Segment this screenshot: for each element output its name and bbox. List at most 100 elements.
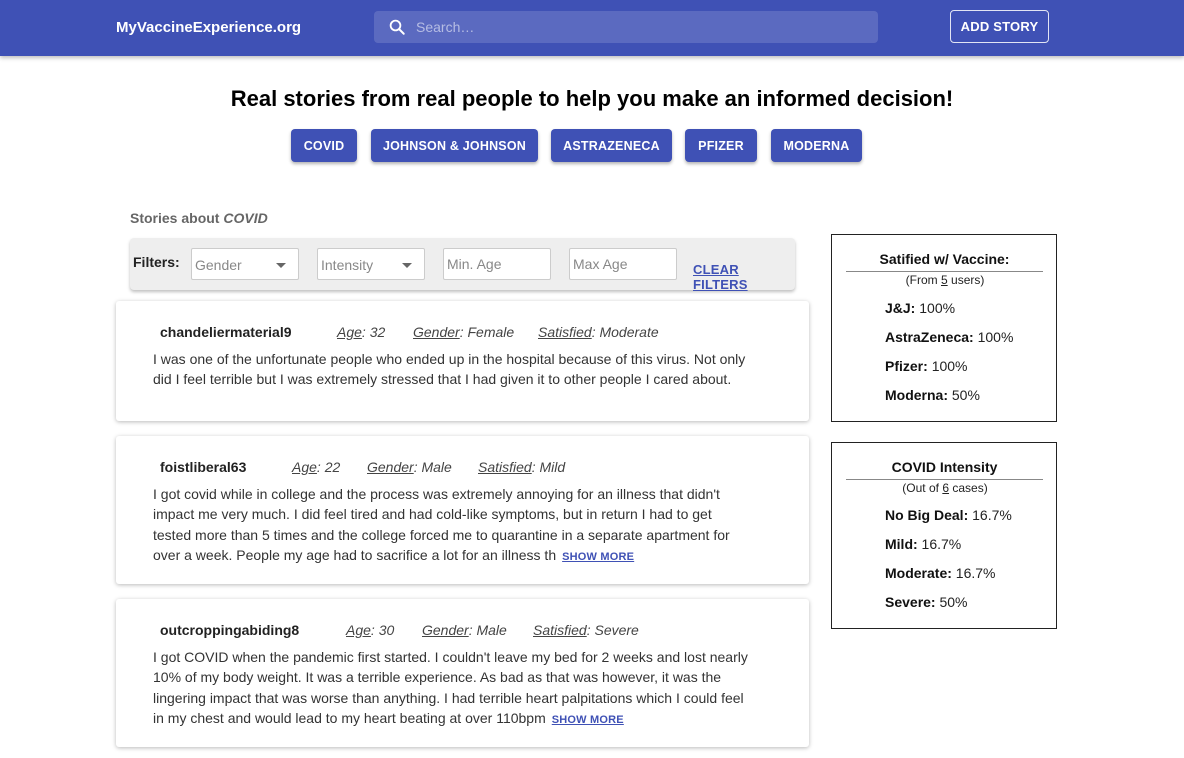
stat-label: J&J: xyxy=(885,300,916,316)
satisfied-value: Mild xyxy=(539,459,566,475)
stat-value: 100% xyxy=(977,329,1014,345)
age-label: Age xyxy=(346,622,371,638)
story-satisfied: Satisfied: Moderate xyxy=(538,324,659,340)
show-more-link[interactable]: SHOW MORE xyxy=(552,714,624,726)
subtitle-count: 6 xyxy=(942,481,950,495)
story-username[interactable]: chandeliermaterial9 xyxy=(160,324,292,340)
story-card: chandeliermaterial9 Age: 32 Gender: Fema… xyxy=(116,301,809,421)
stat-label: No Big Deal: xyxy=(885,507,969,523)
story-text-content: I got covid while in college and the pro… xyxy=(153,486,730,563)
story-satisfied: Satisfied: Severe xyxy=(533,622,639,638)
stat-row: Moderate: 16.7% xyxy=(885,565,996,581)
vaccine-button-johnson-johnson[interactable]: JOHNSON & JOHNSON xyxy=(371,129,538,162)
gender-value: Female xyxy=(467,324,515,340)
stat-value: 50% xyxy=(951,387,980,403)
gender-label: Gender xyxy=(367,459,414,475)
age-value: 32 xyxy=(369,324,386,340)
story-meta: outcroppingabiding8 Age: 30 Gender: Male… xyxy=(160,622,639,638)
subtitle-count: 5 xyxy=(940,273,948,287)
min-age-input[interactable] xyxy=(443,248,551,280)
stat-label: Mild: xyxy=(885,536,918,552)
stories-heading-prefix: Stories about xyxy=(130,210,220,226)
filters-bar: Filters: Gender Intensity CLEAR FILTERS xyxy=(130,238,795,292)
stat-label: Moderate: xyxy=(885,565,952,581)
subtitle-suffix: cases) xyxy=(952,481,988,495)
clear-filters-link[interactable]: CLEAR FILTERS xyxy=(693,262,795,292)
stat-label: AstraZeneca: xyxy=(885,329,974,345)
intensity-stats-panel: COVID Intensity (Out of 6 cases) No Big … xyxy=(831,442,1057,629)
vaccine-button-pfizer[interactable]: PFIZER xyxy=(685,129,757,162)
age-label: Age xyxy=(337,324,362,340)
satisfied-label: Satisfied xyxy=(538,324,592,340)
satisfied-value: Severe xyxy=(594,622,639,638)
stat-value: 16.7% xyxy=(955,565,996,581)
stat-value: 100% xyxy=(931,358,968,374)
story-text: I got COVID when the pandemic first star… xyxy=(153,647,753,730)
story-meta: chandeliermaterial9 Age: 32 Gender: Fema… xyxy=(160,324,659,340)
subtitle-suffix: users) xyxy=(951,273,985,287)
subtitle-prefix: (Out of xyxy=(902,481,939,495)
gender-label: Gender xyxy=(422,622,469,638)
satisfied-label: Satisfied xyxy=(533,622,587,638)
story-age: Age: 22 xyxy=(292,459,341,475)
add-story-button[interactable]: ADD STORY xyxy=(950,10,1049,43)
stat-value: 16.7% xyxy=(921,536,962,552)
stat-row: Severe: 50% xyxy=(885,594,968,610)
satisfied-label: Satisfied xyxy=(478,459,532,475)
chevron-down-icon xyxy=(276,263,286,268)
gender-value: Male xyxy=(421,459,452,475)
story-username[interactable]: foistliberal63 xyxy=(160,459,246,475)
age-value: 30 xyxy=(378,622,395,638)
brand-logo[interactable]: MyVaccineExperience.org xyxy=(116,19,301,36)
story-meta: foistliberal63 Age: 22 Gender: Male Sati… xyxy=(160,459,565,475)
show-more-link[interactable]: SHOW MORE xyxy=(562,551,634,563)
gender-select-placeholder: Gender xyxy=(195,257,242,273)
satisfied-panel-title: Satified w/ Vaccine: xyxy=(846,251,1043,272)
stat-row: J&J: 100% xyxy=(885,300,955,316)
search-box[interactable] xyxy=(374,11,878,43)
stat-label: Moderna: xyxy=(885,387,948,403)
story-text-content: I was one of the unfortunate people who … xyxy=(153,351,746,388)
story-username[interactable]: outcroppingabiding8 xyxy=(160,622,299,638)
stat-row: Mild: 16.7% xyxy=(885,536,961,552)
satisfied-stats-panel: Satified w/ Vaccine: (From 5 users) J&J:… xyxy=(831,234,1057,422)
age-value: 22 xyxy=(324,459,341,475)
app-bar: MyVaccineExperience.org ADD STORY xyxy=(0,0,1184,56)
vaccine-button-moderna[interactable]: MODERNA xyxy=(771,129,862,162)
intensity-select[interactable]: Intensity xyxy=(317,248,425,280)
gender-value: Male xyxy=(476,622,507,638)
stat-label: Pfizer: xyxy=(885,358,928,374)
vaccine-button-astrazeneca[interactable]: ASTRAZENECA xyxy=(551,129,672,162)
story-text: I was one of the unfortunate people who … xyxy=(153,349,753,390)
max-age-input[interactable] xyxy=(569,248,677,280)
search-icon xyxy=(389,19,405,35)
age-label: Age xyxy=(292,459,317,475)
story-gender: Gender: Male xyxy=(367,459,452,475)
intensity-panel-title: COVID Intensity xyxy=(846,459,1043,480)
search-input[interactable] xyxy=(416,11,866,43)
story-text-content: I got COVID when the pandemic first star… xyxy=(153,649,748,726)
stat-row: No Big Deal: 16.7% xyxy=(885,507,1012,523)
intensity-select-placeholder: Intensity xyxy=(321,257,374,273)
vaccine-button-covid[interactable]: COVID xyxy=(291,129,357,162)
stat-value: 100% xyxy=(919,300,956,316)
stat-row: Pfizer: 100% xyxy=(885,358,968,374)
gender-label: Gender xyxy=(413,324,460,340)
story-text: I got covid while in college and the pro… xyxy=(153,484,753,567)
story-card: outcroppingabiding8 Age: 30 Gender: Male… xyxy=(116,599,809,747)
stories-heading-topic: COVID xyxy=(223,210,268,226)
satisfied-panel-subtitle: (From 5 users) xyxy=(832,273,1058,287)
story-gender: Gender: Male xyxy=(422,622,507,638)
chevron-down-icon xyxy=(402,263,412,268)
stories-heading: Stories about COVID xyxy=(130,210,268,226)
filters-label: Filters: xyxy=(133,254,180,270)
story-gender: Gender: Female xyxy=(413,324,515,340)
subtitle-prefix: (From xyxy=(905,273,938,287)
stat-value: 50% xyxy=(939,594,968,610)
stat-row: Moderna: 50% xyxy=(885,387,980,403)
satisfied-value: Moderate xyxy=(599,324,659,340)
stat-row: AstraZeneca: 100% xyxy=(885,329,1013,345)
gender-select[interactable]: Gender xyxy=(191,248,299,280)
story-satisfied: Satisfied: Mild xyxy=(478,459,566,475)
story-card: foistliberal63 Age: 22 Gender: Male Sati… xyxy=(116,436,809,584)
